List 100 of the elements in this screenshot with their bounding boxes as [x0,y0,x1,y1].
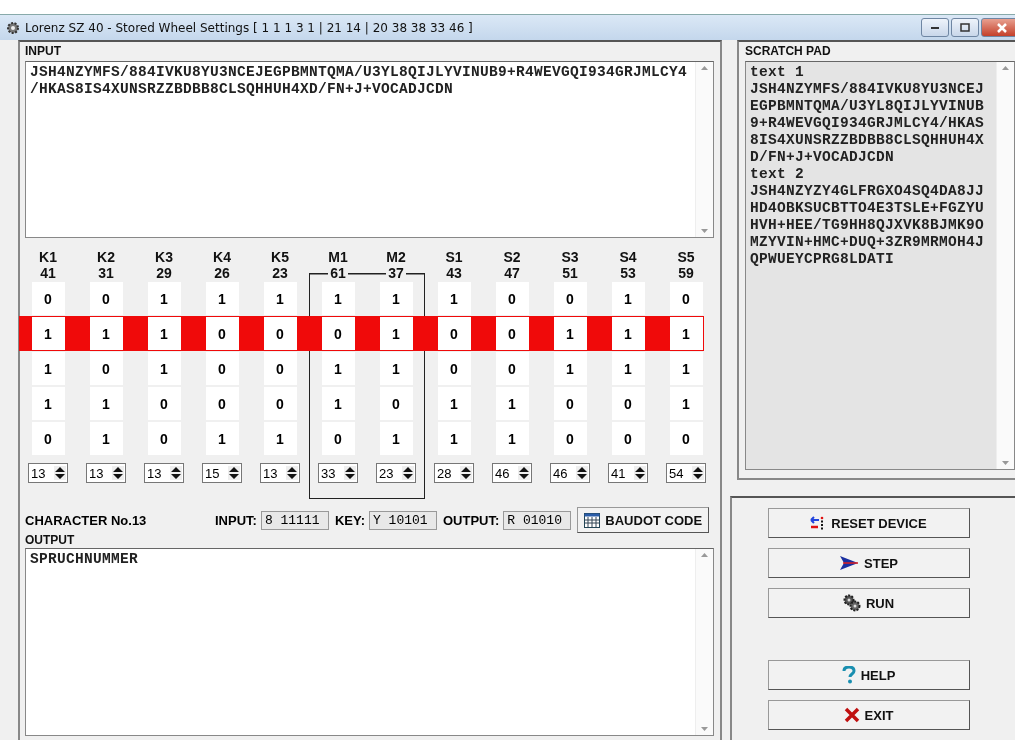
wheel-count: 29 [153,265,175,281]
bit-cell: 0 [31,422,65,455]
step-button[interactable]: STEP [767,548,970,578]
bit-cell: 0 [495,352,529,385]
position-spin-field[interactable]: 54 [666,463,706,483]
scroll-bar[interactable] [695,549,713,735]
bit-cell: 1 [263,422,297,455]
bit-cell: 0 [553,387,587,420]
scroll-up-icon[interactable] [701,66,708,70]
spinner-arrows-icon[interactable] [634,466,646,480]
bit-cell: 0 [147,422,181,455]
bit-cell: 1 [553,352,587,385]
run-button[interactable]: RUN [767,588,970,618]
bit-cell: 0 [263,387,297,420]
scratch-pad-label: SCRATCH PAD [745,44,832,59]
bit-cell: 0 [205,352,239,385]
baudot-code-button[interactable]: BAUDOT CODE [577,507,710,533]
bit-cell: 1 [205,422,239,455]
spinner-arrows-icon[interactable] [402,466,414,480]
window-title: Lorenz SZ 40 - Stored Wheel Settings [ 1 1 1 3 1 | 21 14 | 20 38 38 33 46 ] [25,20,473,35]
spinner-arrows-icon[interactable] [692,466,704,480]
bit-cell: 0 [205,387,239,420]
bit-cell: 1 [89,422,123,455]
question-mark-icon [841,666,856,684]
position-spin-field[interactable]: 23 [376,463,416,483]
bit-cell: 1 [611,282,645,315]
scroll-bar[interactable] [996,62,1014,469]
readonly-field: 8 11111 [260,510,329,530]
position-spin-field[interactable]: 28 [434,463,474,483]
wheel-name: K1 [38,249,58,265]
position-spin-field[interactable]: 13 [260,463,300,483]
wheel-name: S1 [444,249,464,265]
position-spin-field[interactable]: 46 [492,463,532,483]
bit-cell: 0 [437,352,471,385]
spinner-arrows-icon[interactable] [112,466,124,480]
bit-cell: 1 [321,352,355,385]
input-text-area[interactable]: JSH4NZYMFS/884IVKU8YU3NCEJEGPBMNTQMA/U3YL8QIJLYVINUB9+R4WEVGQI934GRJMLCY4 /HKAS8IS4XUNSRZZBDBB8CLSQHHUH4XD/FN+J+VOCADJCDN [25,61,714,238]
field-label: INPUT: [215,512,257,528]
minimize-button[interactable] [921,18,949,37]
maximize-button[interactable] [951,18,979,37]
bit-cell: 0 [669,282,703,315]
scroll-down-icon[interactable] [701,727,708,731]
spinner-arrows-icon[interactable] [170,466,182,480]
scroll-down-icon[interactable] [701,229,708,233]
position-spin-field[interactable]: 13 [144,463,184,483]
cross-icon [843,707,860,723]
bit-cell: 1 [495,387,529,420]
bit-cell: 0 [263,352,297,385]
scroll-up-icon[interactable] [701,553,708,557]
wheel-count: 37 [367,265,425,281]
bit-cell: 1 [669,352,703,385]
gears-icon [842,594,861,612]
close-button[interactable] [981,18,1015,37]
help-button[interactable]: HELP [767,660,970,690]
spinner-arrows-icon[interactable] [460,466,472,480]
scroll-up-icon[interactable] [1002,66,1009,70]
spinner-arrows-icon[interactable] [228,466,240,480]
wheel-count: 43 [443,265,465,281]
wheel-name: S3 [560,249,580,265]
gear-icon [6,20,20,35]
position-spin-field[interactable]: 13 [28,463,68,483]
bit-cell: 1 [379,422,413,455]
bit-cell: 1 [611,317,645,350]
position-spin-field[interactable]: 33 [318,463,358,483]
wheel-name: K2 [96,249,116,265]
position-spin-field[interactable]: 15 [202,463,242,483]
bit-cell: 1 [321,282,355,315]
bit-cell: 1 [669,387,703,420]
bit-cell: 0 [611,422,645,455]
calendar-icon [584,512,601,528]
position-spin-field[interactable]: 41 [608,463,648,483]
bit-cell: 0 [263,317,297,350]
reset-button[interactable]: RESET DEVICE [767,508,970,538]
scratch-pad-text-area[interactable]: text 1 JSH4NZYMFS/884IVKU8YU3NCEJ EGPBMNTQMA/U3YL8QIJLYVINUB 9+R4WEVGQI934GRJMLCY4/HKAS 8IS4XUNSRZZBDBB8CLSQHHUH4X D/FN+J+VOCADJCDN text 2 JSH4NZYZY4GLFRGXO4SQ4DA8JJ HD4OBKSUCBTTO4E3TSLE+FGZYU HVH+HEE/TG9HH8QJXVK8BJMK9O MZYVIN+HMC+DUQ+3ZR9MRMOH4J QPWUEYCPRG8LDATI [745,61,1015,470]
spinner-arrows-icon[interactable] [576,466,588,480]
scroll-bar[interactable] [695,62,713,237]
bit-cell: 1 [437,387,471,420]
wheel-name: K4 [212,249,232,265]
wheel-name: S2 [502,249,522,265]
position-spin-field[interactable]: 46 [550,463,590,483]
bit-cell: 1 [147,352,181,385]
bit-cell: 1 [495,422,529,455]
spinner-arrows-icon[interactable] [54,466,66,480]
position-spin-field[interactable]: 13 [86,463,126,483]
character-number: CHARACTER No.13 [25,512,148,528]
scroll-down-icon[interactable] [1002,461,1009,465]
bit-cell: 1 [31,387,65,420]
spinner-arrows-icon[interactable] [286,466,298,480]
output-label: OUTPUT [25,533,76,548]
bit-cell: 1 [379,352,413,385]
spinner-arrows-icon[interactable] [518,466,530,480]
bit-cell: 1 [89,317,123,350]
close-icon [997,22,1007,33]
spinner-arrows-icon[interactable] [344,466,356,480]
bit-cell: 1 [437,422,471,455]
wheel-name: S5 [676,249,696,265]
output-text-area[interactable]: SPRUCHNUMMER [25,548,714,736]
bit-cell: 0 [495,282,529,315]
bit-cell: 1 [379,317,413,350]
exit-button[interactable]: EXIT [767,700,970,730]
